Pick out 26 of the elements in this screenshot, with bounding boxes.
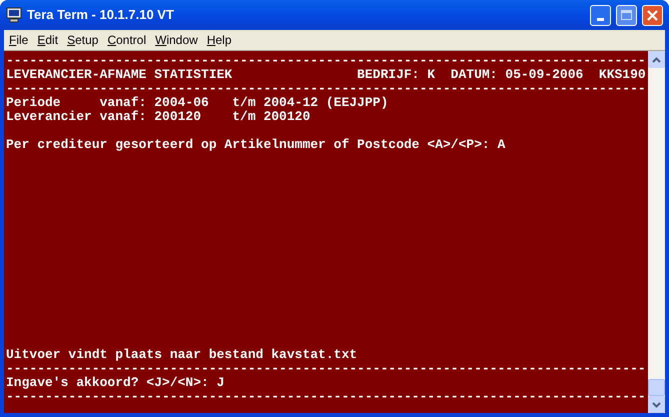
terminal-line: ---------------------------------------------------------------------------------- bbox=[6, 390, 646, 404]
scrollbar[interactable] bbox=[648, 51, 665, 413]
scroll-up-icon[interactable] bbox=[648, 51, 665, 68]
minimize-button[interactable] bbox=[590, 4, 611, 26]
terminal-line: ---------------------------------------------------------------------------------- bbox=[6, 54, 646, 68]
terminal-line: Uitvoer vindt plaats naar bestand kavstat.txt bbox=[6, 348, 358, 362]
maximize-button[interactable] bbox=[616, 4, 637, 26]
scroll-down-icon[interactable] bbox=[648, 396, 665, 413]
terminal-line: Ingave's akkoord? <J>/<N>: J bbox=[6, 376, 224, 390]
terminal-line: Leverancier vanaf: 200120 t/m 200120 bbox=[6, 110, 310, 124]
menu-item[interactable]: Window bbox=[155, 31, 198, 49]
close-button[interactable] bbox=[642, 4, 663, 26]
terminal-line: ---------------------------------------------------------------------------------- bbox=[6, 82, 646, 96]
terminal-icon bbox=[6, 7, 22, 23]
window-title: Tera Term - 10.1.7.10 VT bbox=[27, 6, 174, 24]
menu-item[interactable]: Edit bbox=[37, 31, 58, 49]
terminal-line: LEVERANCIER-AFNAME STATISTIEK BEDRIJF: K DATUM: 05-09-2006 KKS190 bbox=[6, 68, 646, 82]
terminal-line: ---------------------------------------------------------------------------------- bbox=[6, 362, 646, 376]
menu-item[interactable]: Control bbox=[107, 31, 146, 49]
menu-item[interactable]: File bbox=[9, 31, 28, 49]
close-icon bbox=[647, 10, 658, 20]
menu-item[interactable]: Help bbox=[206, 31, 232, 49]
terminal-line: Per crediteur gesorteerd op Artikelnummer of Postcode <A>/<P>: A bbox=[6, 138, 506, 152]
menu-item[interactable]: Setup bbox=[67, 31, 98, 49]
terminal-line: Periode vanaf: 2004-06 t/m 2004-12 (EEJJPP) bbox=[6, 96, 388, 110]
scroll-thumb[interactable] bbox=[648, 379, 665, 396]
